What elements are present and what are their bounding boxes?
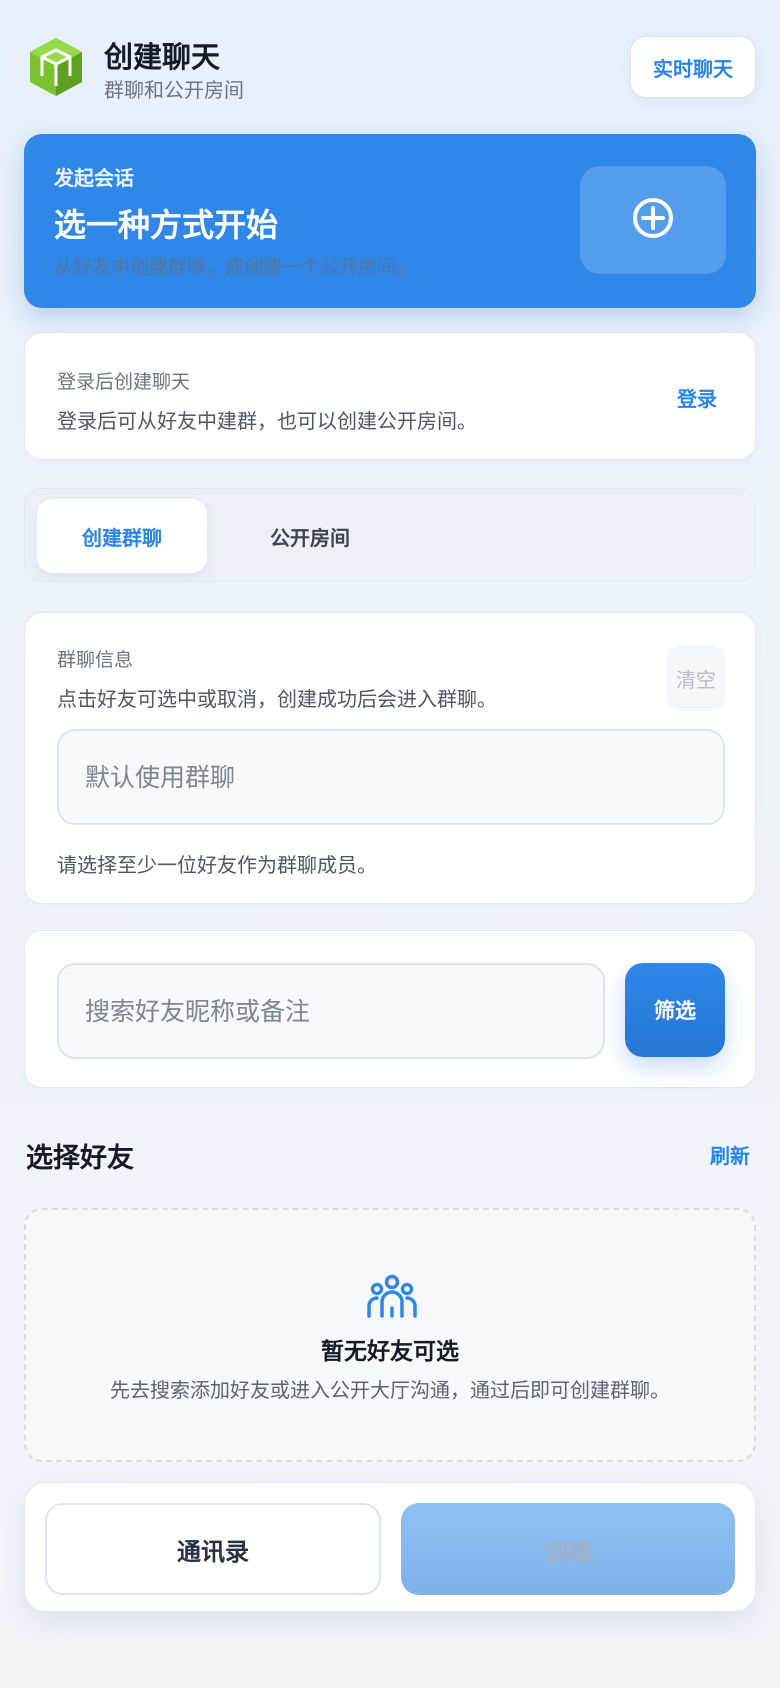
refresh-button[interactable]: 刷新 xyxy=(710,1140,750,1169)
contacts-button[interactable]: 通讯录 xyxy=(45,1503,381,1595)
group-info-title: 群聊信息 xyxy=(57,649,134,671)
group-info-description: 点击好友可选中或取消，创建成功后会进入群聊。 xyxy=(57,687,497,711)
tab-create-group[interactable]: 创建群聊 xyxy=(37,499,207,573)
login-button[interactable]: 登录 xyxy=(677,383,717,412)
select-friends-title: 选择好友 xyxy=(26,1143,134,1174)
banner-kicker: 发起会话 xyxy=(54,166,134,190)
mode-tabs: 创建群聊 公开房间 xyxy=(24,488,756,582)
page-title: 创建聊天 xyxy=(104,40,221,74)
tab-public-room[interactable]: 公开房间 xyxy=(225,499,395,573)
start-conversation-banner: 发起会话 选一种方式开始 从好友中创建群聊，或创建一个公开房间。 xyxy=(24,134,756,308)
login-title: 登录后创建聊天 xyxy=(57,371,191,393)
empty-friends-state: 暂无好友可选 先去搜索添加好友或进入公开大厅沟通，通过后即可创建群聊。 xyxy=(24,1208,756,1462)
banner-description: 从好友中创建群聊，或创建一个公开房间。 xyxy=(54,256,416,278)
empty-state-title: 暂无好友可选 xyxy=(321,1339,459,1365)
friend-search-input[interactable] xyxy=(57,963,605,1059)
plus-circle-icon xyxy=(631,196,675,244)
create-button[interactable]: 创建 xyxy=(401,1503,735,1595)
banner-title: 选一种方式开始 xyxy=(54,206,279,244)
login-card: 登录后创建聊天 登录后可从好友中建群，也可以创建公开房间。 登录 xyxy=(24,332,756,460)
new-chat-button[interactable] xyxy=(580,166,726,274)
empty-state-description: 先去搜索添加好友或进入公开大厅沟通，通过后即可创建群聊。 xyxy=(110,1378,670,1402)
header: 创建聊天 群聊和公开房间 实时聊天 xyxy=(26,34,756,102)
group-member-hint: 请选择至少一位好友作为群聊成员。 xyxy=(57,853,377,877)
users-icon xyxy=(366,1274,418,1318)
page-subtitle: 群聊和公开房间 xyxy=(104,78,244,102)
friend-search-card: 筛选 xyxy=(24,930,756,1088)
group-name-input[interactable] xyxy=(57,729,725,825)
filter-button[interactable]: 筛选 xyxy=(625,963,725,1057)
login-description: 登录后可从好友中建群，也可以创建公开房间。 xyxy=(57,409,477,433)
green-cube-icon xyxy=(26,36,86,100)
live-chat-button[interactable]: 实时聊天 xyxy=(630,36,756,98)
group-info-card: 群聊信息 点击好友可选中或取消，创建成功后会进入群聊。 清空 请选择至少一位好友… xyxy=(24,612,756,904)
bottom-action-bar: 通讯录 创建 xyxy=(24,1482,756,1612)
clear-button[interactable]: 清空 xyxy=(667,645,725,711)
